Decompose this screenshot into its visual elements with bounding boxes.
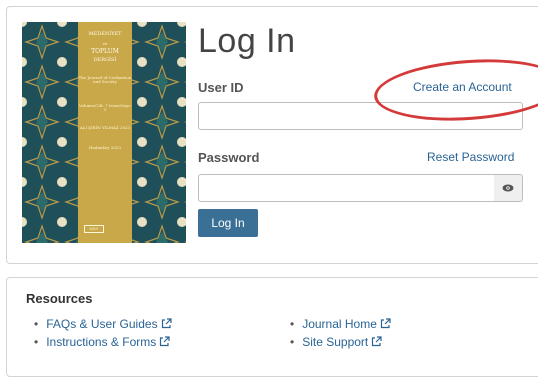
resource-label: Journal Home <box>302 317 377 331</box>
external-link-icon <box>372 336 382 347</box>
eye-icon <box>502 184 514 192</box>
external-link-icon <box>380 318 391 329</box>
cover-subtitle: The Journal of Civilization and Society <box>78 75 132 85</box>
user-id-label: User ID <box>198 80 244 95</box>
cover-title-line2: ve <box>102 41 108 46</box>
cover-extra1: ALI ŞİRİN YILMAZ 2023 <box>79 125 131 130</box>
resource-link-faqs[interactable]: • FAQs & User Guides <box>34 317 172 331</box>
resource-link-site-support[interactable]: • Site Support <box>290 335 382 349</box>
page-title: Log In <box>198 22 296 60</box>
password-input[interactable] <box>198 174 495 202</box>
bullet: • <box>290 335 295 349</box>
cover-publisher-logo: MDY <box>84 225 104 233</box>
journal-cover-image: MEDENİYET ve TOPLUM DERGİSİ The Journal … <box>22 22 186 243</box>
password-label: Password <box>198 150 260 165</box>
log-in-button[interactable]: Log In <box>198 209 258 237</box>
resources-heading: Resources <box>26 291 93 306</box>
resource-label: Instructions & Forms <box>46 335 157 349</box>
external-link-icon <box>161 318 172 329</box>
cover-extra2: Hadımköy 2023 <box>88 145 122 150</box>
reset-password-link[interactable]: Reset Password <box>427 150 514 164</box>
cover-title-line3: TOPLUM <box>91 48 119 55</box>
cover-title-line4: DERGİSİ <box>93 57 117 63</box>
bullet: • <box>34 335 39 349</box>
cover-title-line1: MEDENİYET <box>88 31 122 37</box>
cover-volume: Volume/Cilt: 7 Issue/Sayı: 1 <box>79 103 131 113</box>
external-link-icon <box>160 336 170 347</box>
show-password-button[interactable] <box>494 174 523 202</box>
resource-link-instructions[interactable]: • Instructions & Forms <box>34 335 170 349</box>
bullet: • <box>34 317 39 331</box>
resource-link-journal-home[interactable]: • Journal Home <box>290 317 391 331</box>
resource-label: Site Support <box>302 335 369 349</box>
bullet: • <box>290 317 295 331</box>
resource-label: FAQs & User Guides <box>46 317 158 331</box>
